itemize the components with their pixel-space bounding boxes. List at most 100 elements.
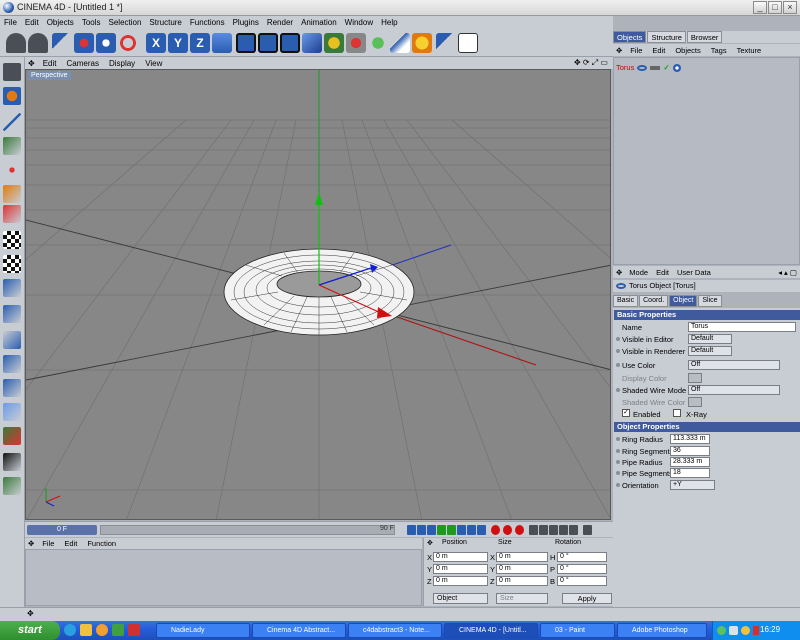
enabled-checkbox[interactable]: ✓ (622, 409, 630, 417)
rotate-icon[interactable] (118, 33, 138, 53)
point-level-icon[interactable] (569, 525, 578, 535)
viewport-menu-cameras[interactable]: Cameras (62, 59, 104, 68)
attributes-menu-user-data[interactable]: User Data (673, 268, 715, 277)
rot-b-field[interactable]: 0 ° (557, 576, 607, 586)
minimize-icon[interactable]: _ (753, 1, 767, 14)
rot-p-field[interactable]: 0 ° (557, 564, 607, 574)
points-mode-icon[interactable] (3, 161, 21, 179)
checklist-icon[interactable] (458, 33, 478, 53)
pipe-radius-field[interactable]: 28.333 m (670, 457, 710, 467)
object-properties-header[interactable]: Object Properties (614, 422, 800, 432)
attribute-nav-icons[interactable]: ◂ ▴ ▢ (775, 268, 800, 277)
visibility-dots-icon[interactable] (650, 65, 661, 70)
maximize-icon[interactable]: □ (768, 1, 782, 14)
viewport-pin-icon[interactable]: ✥ (25, 59, 38, 68)
material-menu-function[interactable]: Function (82, 539, 121, 548)
quicklaunch-folder-icon[interactable] (80, 624, 92, 636)
use-color-anim-dot[interactable] (616, 363, 620, 367)
menu-selection[interactable]: Selection (105, 18, 146, 27)
attributes-menu-mode[interactable]: Mode (625, 268, 652, 277)
size-z-field[interactable]: 0 m (496, 576, 548, 586)
menu-tools[interactable]: Tools (78, 18, 105, 27)
previous-key-icon[interactable] (417, 525, 426, 535)
size-mode-select[interactable]: Size (496, 593, 548, 604)
basic-properties-header[interactable]: Basic Properties (614, 310, 800, 320)
task-notepad[interactable]: c4dabstract3 - Note... (348, 623, 442, 638)
material-menu-file[interactable]: File (37, 539, 59, 548)
perspective-viewport[interactable]: Perspective (25, 69, 611, 520)
material-manager[interactable] (25, 549, 422, 606)
coords-pin-icon[interactable]: ✥ (427, 539, 433, 547)
scale-icon[interactable] (96, 33, 116, 53)
menu-file[interactable]: File (0, 18, 21, 27)
attributes-pin-icon[interactable]: ✥ (613, 268, 625, 277)
tab-structure[interactable]: Structure (647, 31, 686, 43)
menu-render[interactable]: Render (263, 18, 297, 27)
timeline-options-icon[interactable] (583, 525, 592, 535)
tray-app-icon[interactable] (741, 626, 750, 635)
object-list[interactable]: Torus ✓ (613, 57, 800, 265)
position-key-icon[interactable] (529, 525, 538, 535)
go-to-end-icon[interactable] (477, 525, 486, 535)
pos-x-field[interactable]: 0 m (433, 552, 488, 562)
visible-in-editor-select[interactable]: Default (688, 334, 732, 344)
visible-renderer-anim-dot[interactable] (616, 349, 620, 353)
task-paint[interactable]: 03 - Paint (540, 623, 615, 638)
world-coordinates-icon[interactable] (212, 33, 232, 53)
menu-objects[interactable]: Objects (43, 18, 78, 27)
tab-browser[interactable]: Browser (686, 31, 723, 43)
viewport-menu-display[interactable]: Display (104, 59, 140, 68)
current-frame-field[interactable]: 0 F (27, 525, 97, 535)
xray-checkbox[interactable] (673, 409, 681, 417)
sculpt-icon[interactable] (3, 453, 21, 471)
paint-icon[interactable] (3, 427, 21, 445)
size-y-field[interactable]: 0 m (496, 564, 548, 574)
check-icon[interactable] (3, 477, 21, 495)
close-icon[interactable]: × (783, 1, 797, 14)
layout-icon[interactable] (3, 63, 21, 81)
time-slider[interactable] (100, 525, 395, 535)
tray-security-icon[interactable] (753, 626, 759, 635)
viewport-menu-edit[interactable]: Edit (38, 59, 62, 68)
ring-radius-anim-dot[interactable] (616, 437, 620, 441)
scene-object-icon[interactable] (368, 33, 388, 53)
polygons-mode-icon[interactable] (3, 205, 21, 223)
pos-y-field[interactable]: 0 m (433, 564, 488, 574)
tweak-icon[interactable] (3, 279, 21, 297)
pipe-segments-anim-dot[interactable] (616, 471, 620, 475)
go-to-start-icon[interactable] (407, 525, 416, 535)
camera-icon[interactable] (390, 33, 410, 53)
move-icon[interactable] (74, 33, 94, 53)
start-button[interactable]: start (0, 621, 60, 640)
texture-axis-icon[interactable] (3, 137, 21, 155)
status-pin-icon[interactable]: ✥ (27, 609, 34, 618)
size-x-field[interactable]: 0 m (496, 552, 548, 562)
apply-button[interactable]: Apply (562, 593, 612, 604)
deformer-icon[interactable] (346, 33, 366, 53)
pipe-segments-field[interactable]: 18 (670, 468, 710, 478)
viewport-menu-view[interactable]: View (140, 59, 167, 68)
autokey-icon[interactable] (503, 525, 512, 535)
redo-icon[interactable] (28, 33, 48, 53)
shaded-wire-anim-dot[interactable] (616, 388, 620, 392)
orientation-select[interactable]: +Y (670, 480, 715, 490)
enabled-check-icon[interactable]: ✓ (663, 63, 669, 72)
objects-pin-icon[interactable]: ✥ (613, 46, 625, 55)
y-axis-lock-icon[interactable]: Y (168, 33, 188, 53)
parameter-key-icon[interactable] (559, 525, 568, 535)
cube-primitive-icon[interactable] (302, 33, 322, 53)
ring-radius-field[interactable]: 113.333 m (670, 434, 710, 444)
render-picture-viewer-icon[interactable] (258, 33, 278, 53)
keyframe-selection-icon[interactable] (515, 525, 524, 535)
coordinate-mode-select[interactable]: Object (433, 593, 488, 604)
stop-icon[interactable] (437, 525, 446, 535)
object-row-torus[interactable]: Torus ✓ (616, 63, 681, 72)
axis-lock-icon[interactable] (3, 331, 21, 349)
rot-h-field[interactable]: 0 ° (557, 552, 607, 562)
objects-menu-file[interactable]: File (625, 46, 647, 55)
scale-key-icon[interactable] (539, 525, 548, 535)
quicklaunch-ie-icon[interactable] (64, 624, 76, 636)
menu-plugins[interactable]: Plugins (229, 18, 263, 27)
tab-object[interactable]: Object (669, 295, 698, 307)
live-selection-icon[interactable] (52, 33, 72, 53)
